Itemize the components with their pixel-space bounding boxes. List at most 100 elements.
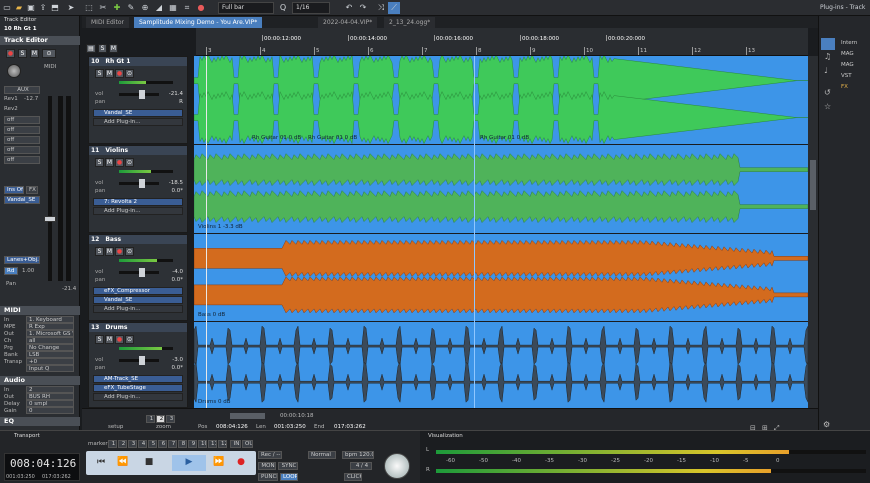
- plugin-slot[interactable]: eFX_TubeStage: [93, 384, 183, 392]
- te-aux-button[interactable]: AUX: [4, 86, 40, 94]
- cut-icon[interactable]: ✂: [98, 2, 108, 14]
- track-monitor-button[interactable]: ⊙: [125, 335, 134, 344]
- marker-button[interactable]: 7: [168, 440, 177, 448]
- track-record-button[interactable]: ●: [115, 69, 124, 78]
- te-fx-button[interactable]: FX: [26, 186, 38, 194]
- tab-project-active[interactable]: Samplitude Mixing Demo - You Are.VIP*: [134, 17, 263, 28]
- track-monitor-button[interactable]: ⊙: [125, 158, 134, 167]
- track-list-icon[interactable]: ▤: [86, 44, 96, 53]
- click-button[interactable]: CLICK: [344, 473, 362, 481]
- track-mute-button[interactable]: M: [105, 158, 114, 167]
- horizontal-scrollbar-thumb[interactable]: [230, 413, 265, 419]
- track-record-button[interactable]: ●: [115, 335, 124, 344]
- vertical-scrollbar-thumb[interactable]: [810, 160, 816, 210]
- vertical-scrollbar[interactable]: [808, 56, 818, 408]
- midi-row-field[interactable]: +0: [26, 358, 74, 365]
- midi-row-field[interactable]: LSB: [26, 351, 74, 358]
- te-ins-off-button[interactable]: Ins Off: [4, 186, 24, 194]
- record-button[interactable]: ●: [230, 455, 252, 471]
- normal-mode-select[interactable]: Normal: [308, 451, 336, 459]
- te-send-slot[interactable]: off: [4, 126, 40, 134]
- monitor-button[interactable]: MON: [258, 462, 276, 470]
- marker-button[interactable]: 4: [138, 440, 147, 448]
- te-record-button[interactable]: ●: [6, 49, 15, 58]
- marker-button[interactable]: 6: [158, 440, 167, 448]
- track-solo-button[interactable]: S: [95, 247, 104, 256]
- zoom-preset-button[interactable]: 2: [156, 415, 165, 423]
- track-volume-handle[interactable]: [139, 356, 145, 365]
- zoom-preset-button[interactable]: 1: [146, 415, 155, 423]
- undo-icon[interactable]: ↶: [344, 2, 354, 14]
- fast-forward-button[interactable]: ⏩: [208, 455, 230, 471]
- plugin-folder-item[interactable]: MAG: [841, 62, 854, 68]
- global-solo-button[interactable]: S: [98, 44, 107, 53]
- bounce-icon[interactable]: ⬒: [50, 2, 60, 14]
- clip-label[interactable]: Violins 1 -3.3 dB: [198, 224, 243, 230]
- plugin-slot[interactable]: Vandal_SE: [93, 109, 183, 117]
- track-solo-button[interactable]: S: [95, 69, 104, 78]
- track-lane[interactable]: Violins 1 -3.3 dB: [194, 145, 808, 233]
- sync-button[interactable]: SYNC: [278, 462, 298, 470]
- te-send-slot[interactable]: off: [4, 146, 40, 154]
- clip-label[interactable]: Bass 0 dB: [198, 312, 225, 318]
- track-record-button[interactable]: ●: [115, 247, 124, 256]
- zoom-preset-button[interactable]: 3: [166, 415, 175, 423]
- audio-row-field[interactable]: 2: [26, 386, 74, 393]
- stop-button[interactable]: ■: [138, 455, 160, 471]
- te-send-slot[interactable]: off: [4, 136, 40, 144]
- track-volume-handle[interactable]: [139, 179, 145, 188]
- snap-icon[interactable]: ⌗: [182, 2, 192, 14]
- plugin-folder-item[interactable]: FX: [841, 84, 848, 90]
- zoom-tool-icon[interactable]: ⊕: [140, 2, 150, 14]
- midi-row-field[interactable]: 1. Microsoft GS W: [26, 330, 74, 337]
- track-mute-button[interactable]: M: [105, 247, 114, 256]
- marker-button[interactable]: 12: [218, 440, 227, 448]
- te-pan-knob[interactable]: [7, 64, 21, 78]
- clip-label[interactable]: Rh Guitar 01 0 dB: [308, 135, 357, 141]
- marker-button[interactable]: 3: [128, 440, 137, 448]
- plugin-folder-item[interactable]: MAG: [841, 51, 854, 57]
- auto-crossfade-icon[interactable]: ⟋: [388, 2, 400, 14]
- clip-label[interactable]: Rh Guitar 01 0 dB: [480, 135, 529, 141]
- export-icon[interactable]: ⇪: [38, 2, 48, 14]
- save-icon[interactable]: ▣: [26, 2, 36, 14]
- track-monitor-button[interactable]: ⊙: [125, 247, 134, 256]
- track-title[interactable]: 10 Rh Gt 1: [89, 57, 187, 66]
- track-lane[interactable]: Drums 0 dB: [194, 322, 808, 408]
- track-volume-handle[interactable]: [139, 90, 145, 99]
- track-mute-button[interactable]: M: [105, 69, 114, 78]
- te-monitor-button[interactable]: ⊙: [42, 49, 56, 58]
- rec-mode-select[interactable]: Rec / --: [258, 451, 282, 459]
- te-send-slot[interactable]: off: [4, 116, 40, 124]
- global-mute-button[interactable]: M: [109, 44, 118, 53]
- favorite-star-icon[interactable]: ☆: [824, 102, 831, 111]
- marker-button[interactable]: 2: [118, 440, 127, 448]
- clip-label[interactable]: Drums 0 dB: [198, 399, 230, 405]
- te-fader-handle[interactable]: [44, 216, 56, 222]
- marker-button[interactable]: 10: [198, 440, 207, 448]
- in-out-button[interactable]: OUT: [242, 440, 253, 448]
- track-monitor-button[interactable]: ⊙: [125, 69, 134, 78]
- midi-row-field[interactable]: No Change: [26, 344, 74, 351]
- plugin-slot[interactable]: AM-Track_SE: [93, 375, 183, 383]
- effects-tab-icon[interactable]: ♫: [824, 52, 831, 61]
- track-title[interactable]: 12 Bass: [89, 235, 187, 244]
- range-icon[interactable]: ⬚: [84, 2, 94, 14]
- te-solo-button[interactable]: S: [18, 49, 27, 58]
- plugin-folder-item[interactable]: VST: [841, 73, 852, 79]
- audio-row-field[interactable]: BUS RH: [26, 393, 74, 400]
- draw-icon[interactable]: ✎: [126, 2, 136, 14]
- plugin-slot[interactable]: 7: Revolta 2: [93, 198, 183, 206]
- loop-end-line[interactable]: [474, 56, 475, 408]
- tab-project[interactable]: 2022-04-04.VIP*: [318, 17, 378, 28]
- plugin-folder-item[interactable]: Intern: [841, 40, 857, 46]
- track-solo-button[interactable]: S: [95, 335, 104, 344]
- grid-icon[interactable]: ▦: [168, 2, 178, 14]
- rewind-button[interactable]: ⏪: [112, 455, 134, 471]
- playhead[interactable]: [206, 56, 207, 408]
- audio-row-field[interactable]: 0 smpl: [26, 400, 74, 407]
- new-file-icon[interactable]: ▭: [2, 2, 12, 14]
- in-out-button[interactable]: IN: [230, 440, 241, 448]
- track-title[interactable]: 13 Drums: [89, 323, 187, 332]
- track-solo-button[interactable]: S: [95, 158, 104, 167]
